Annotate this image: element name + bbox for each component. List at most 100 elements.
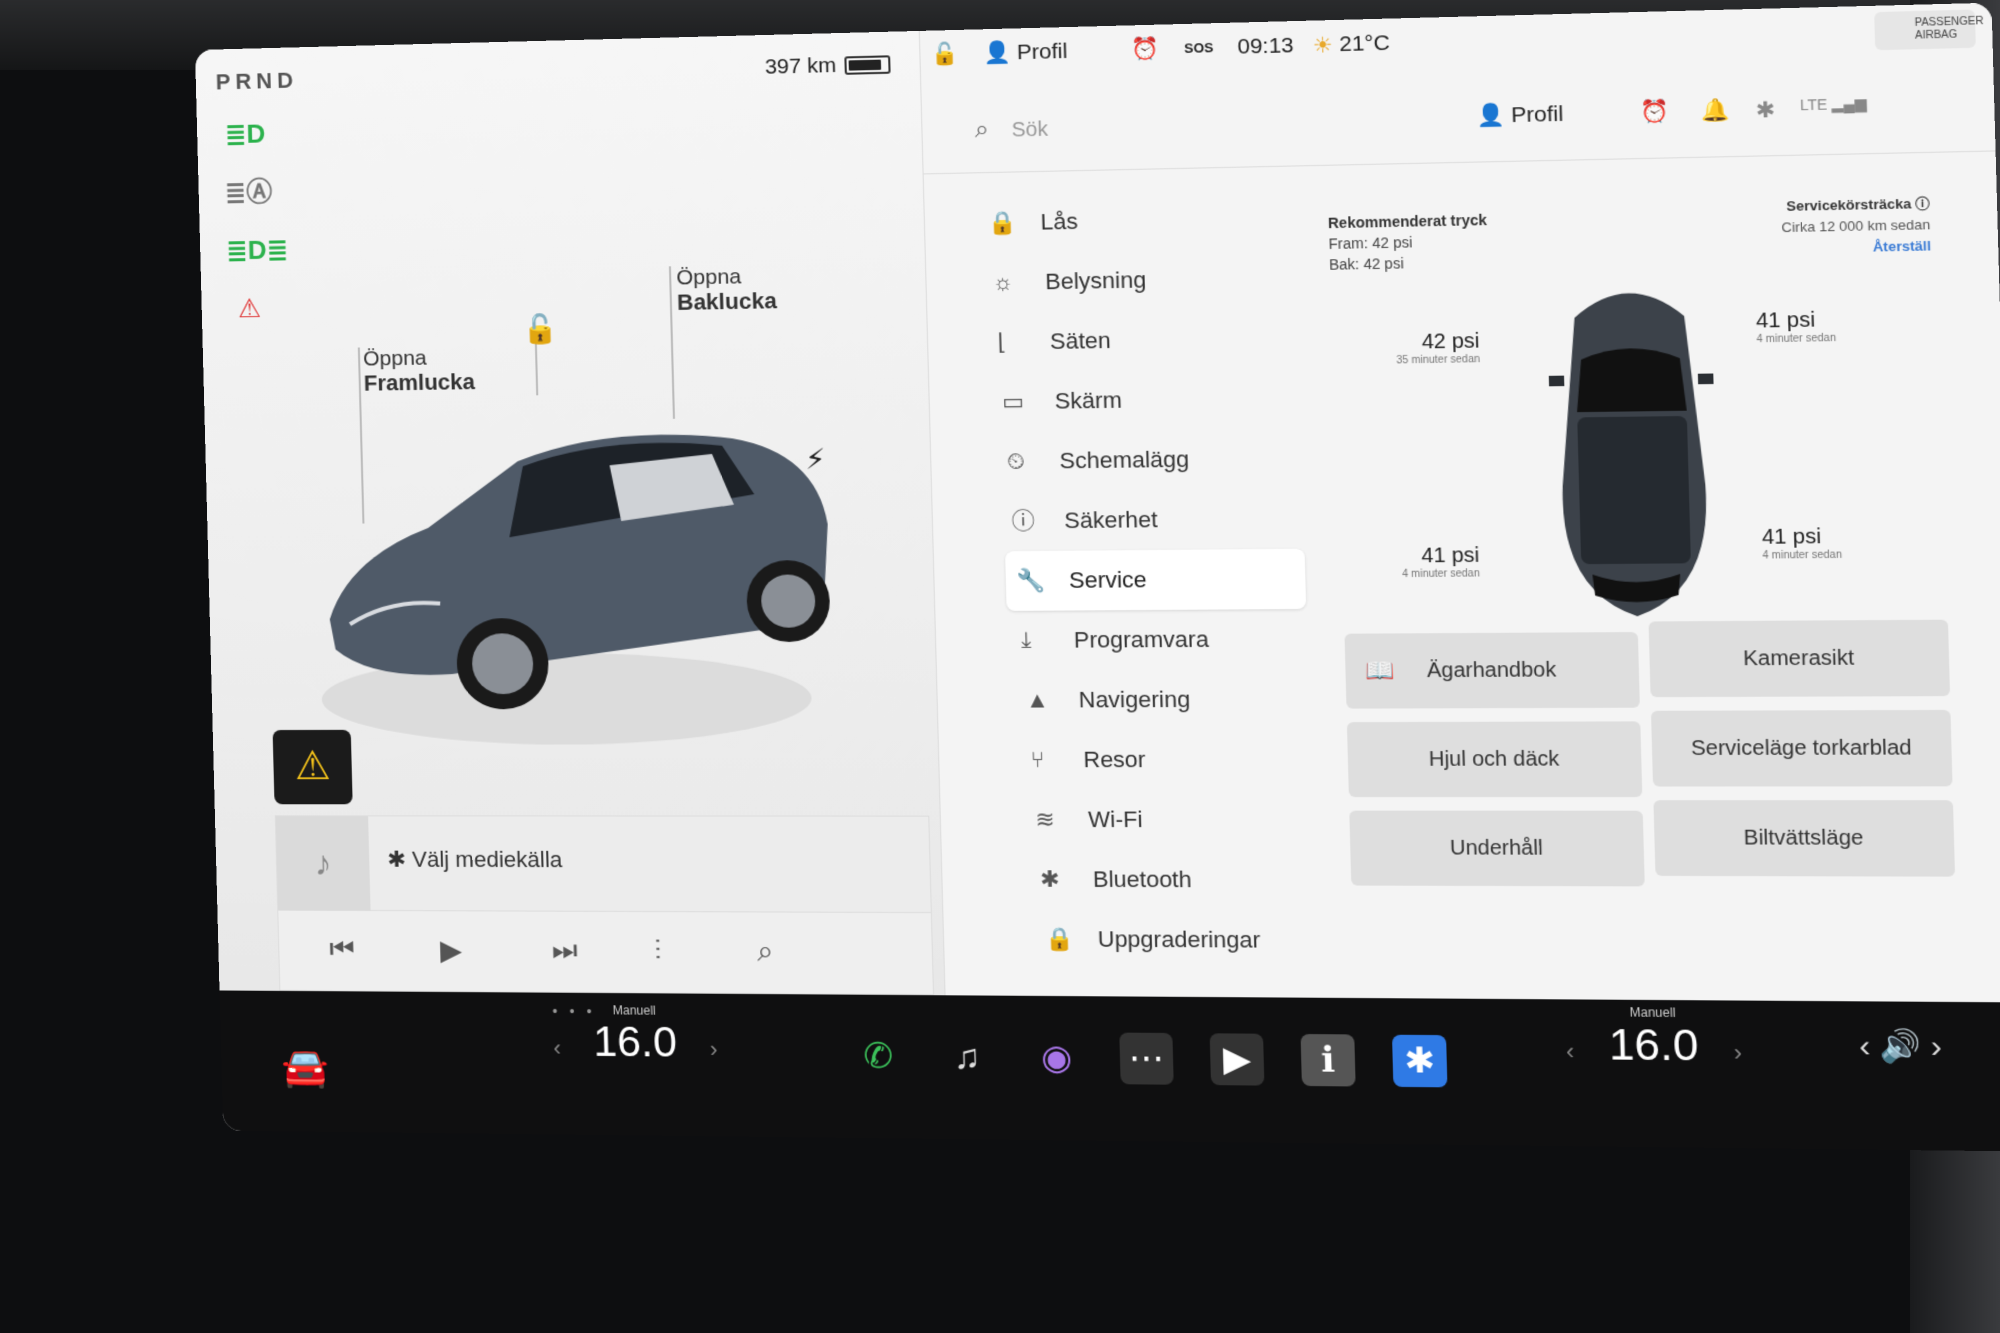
bluetooth-icon: ✱ [1039,850,1060,910]
outside-temperature: 21°C [1339,31,1390,57]
driver-climate[interactable]: Manuell 16.0 ‹ › [562,1003,707,1067]
profile-icon: 👤 [983,41,1017,65]
temp-down-icon[interactable]: ‹ [553,1035,561,1061]
menu-item-uppgraderingar[interactable]: 🔒 Uppgraderingar [1034,909,1316,970]
maintenance-label: Underhåll [1450,837,1544,860]
wifi-icon: ≋ [1035,790,1056,850]
bluetooth-status-icon[interactable]: ✱ [1755,97,1775,124]
car-icon[interactable]: 🚘 [281,1046,330,1091]
open-trunk-button[interactable]: Öppna Baklucka [676,264,777,315]
passenger-climate[interactable]: Manuell 16.0 ‹ › [1576,1005,1732,1071]
camera-view-button[interactable]: Kamerasikt [1649,620,1951,697]
temp-up-icon[interactable]: › [1733,1040,1742,1067]
alarm-icon[interactable]: ⏰ [1640,100,1669,126]
trunk-label: Baklucka [677,289,777,315]
wheels-tyres-label: Hjul och däck [1428,748,1559,771]
menu-item-skärm[interactable]: ▭ Skärm [991,368,1302,432]
media-player[interactable]: ♪ ✱ Välj mediekälla [275,815,932,913]
next-track-icon[interactable]: ⏭ [551,934,578,968]
temp-down-icon[interactable]: ‹ [1566,1038,1575,1065]
menu-item-belysning[interactable]: ☼ Belysning [981,247,1298,312]
notification-bell-icon[interactable]: 🔔 [1700,98,1730,124]
menu-item-label: Programvara [1073,626,1209,653]
camera-icon[interactable]: ◉ [1029,1032,1083,1084]
music-icon[interactable]: ♫ [940,1031,994,1083]
menu-item-bluetooth[interactable]: ✱ Bluetooth [1029,850,1315,911]
car-top-view [1541,273,1726,622]
menu-item-säkerhet[interactable]: ⓘ Säkerhet [1000,488,1304,551]
lte-signal-icon: LTE ▂▄▆ [1800,95,1867,115]
search-input[interactable] [1011,105,1331,147]
sos-icon[interactable]: SOS [1184,40,1214,56]
maintenance-button[interactable]: Underhåll [1349,811,1645,887]
volume-icon[interactable]: ‹ 🔊 › [1859,1028,1943,1066]
rear-pressure: Bak: 42 psi [1329,251,1488,275]
alarm-icon[interactable]: ⏰ [1131,37,1159,62]
driver-temperature: 16.0 [593,1017,678,1065]
equalizer-icon[interactable]: ⫶ [654,934,662,968]
menu-item-säten[interactable]: ⌊ Säten [986,308,1300,373]
theater-icon[interactable]: ▶ [1210,1033,1265,1085]
auto-headlight-icon: ≣Ⓐ [224,171,269,212]
menu-item-lås[interactable]: 🔒 Lås [977,187,1297,253]
recommended-pressure-title: Rekommenderat tryck [1328,209,1487,233]
reset-link[interactable]: Återställ [1782,236,1931,260]
car-status-panel: PRND 397 km ≣D ≣Ⓐ ≣D≣ ⚠ Öppna Framlucka … [195,31,945,995]
bluetooth-icon: ✱ [387,847,412,872]
wheels-tyres-button[interactable]: Hjul och däck [1347,721,1642,797]
menu-item-resor[interactable]: ⑂ Resor [1019,730,1311,790]
car-3d-view [304,381,844,750]
airbag-text-2: AIRBAG [1915,29,1976,43]
recommended-pressure: Rekommenderat tryck Fram: 42 psi Bak: 42… [1328,209,1489,275]
menu-item-schemalägg[interactable]: ⏲ Schemalägg [996,428,1303,491]
menu-item-service[interactable]: 🔧 Service [1005,549,1306,611]
profile-label-2: Profil [1511,102,1564,127]
menu-item-label: Wi-Fi [1088,806,1143,832]
fog-light-icon: ≣D≣ [226,230,271,271]
menu-item-navigering[interactable]: ▲ Navigering [1015,669,1310,730]
car-wash-button[interactable]: Biltvättsläge [1653,800,1955,876]
profile-label: Profil [1017,39,1068,64]
tyre-rear-right: 41 psi 4 minuter sedan [1762,525,1843,562]
wiper-service-button[interactable]: Serviceläge torkarblad [1651,710,1953,787]
seatbelt-warning-icon: ⚠ [227,288,272,329]
profile-button[interactable]: 👤 Profil [983,39,1068,66]
sun-icon: ☀ [1312,33,1333,59]
battery-icon [844,55,890,75]
menu-item-label: Lås [1040,208,1078,234]
car-wash-label: Biltvättsläge [1743,827,1863,850]
menu-item-wi-fi[interactable]: ≋ Wi-Fi [1024,790,1313,850]
tyre-rear-left: 41 psi 4 minuter sedan [1401,544,1480,580]
lock-status-icon[interactable]: 🔓 [931,42,959,67]
unlock-icon[interactable]: 🔓 [522,312,558,346]
music-note-icon: ♪ [276,816,371,912]
display-icon: ▭ [1001,372,1024,432]
settings-menu: 🔒 Lås ☼ Belysning ⌊ Säten ▭ Skärm ⏲ Schemalägg ⓘ Sä… [977,187,1316,970]
menu-item-label: Bluetooth [1093,866,1192,892]
tyre-front-left: 42 psi 35 minuter sedan [1396,330,1481,367]
menu-item-programvara[interactable]: ⤓ Programvara [1010,609,1308,671]
play-icon[interactable]: ▶ [440,933,463,966]
warning-button[interactable]: ⚠ [273,730,353,804]
previous-track-icon[interactable]: ⏮ [329,933,355,966]
info-icon[interactable]: ⓘ [1915,195,1930,211]
temp-up-icon[interactable]: › [710,1036,718,1063]
owners-manual-button[interactable]: 📖 Ägarhandbok [1344,632,1639,709]
manual-icon[interactable]: ℹ [1301,1034,1356,1086]
bluetooth-icon[interactable]: ✱ [1392,1035,1447,1088]
media-source[interactable]: ✱ Välj mediekälla [387,847,563,874]
phone-icon[interactable]: ✆ [852,1030,905,1082]
wrench-icon: 🔧 [1016,551,1046,611]
bottom-bar: • • • 🚘 Manuell 16.0 ‹ › ✆ ♫ ◉ ⋯ ▶ ℹ ✱ M… [219,990,2000,1151]
more-icon[interactable]: ⋯ [1119,1033,1173,1085]
media-search-icon[interactable]: ⌕ [757,935,774,969]
touchscreen: PRND 397 km ≣D ≣Ⓐ ≣D≣ ⚠ Öppna Framlucka … [195,3,2000,1152]
safety-icon: ⓘ [1011,491,1036,551]
tyre-front-right-ago: 4 minuter sedan [1756,333,1836,346]
passenger-airbag-indicator: PASSENGER AIRBAG [1874,10,1976,51]
profile-button-2[interactable]: 👤 Profil [1476,102,1564,129]
passenger-temperature: 16.0 [1608,1020,1699,1070]
open-trunk-label: Öppna [676,264,776,290]
media-source-label: Välj mediekälla [412,847,563,873]
driver-climate-mode: Manuell [562,1003,706,1018]
